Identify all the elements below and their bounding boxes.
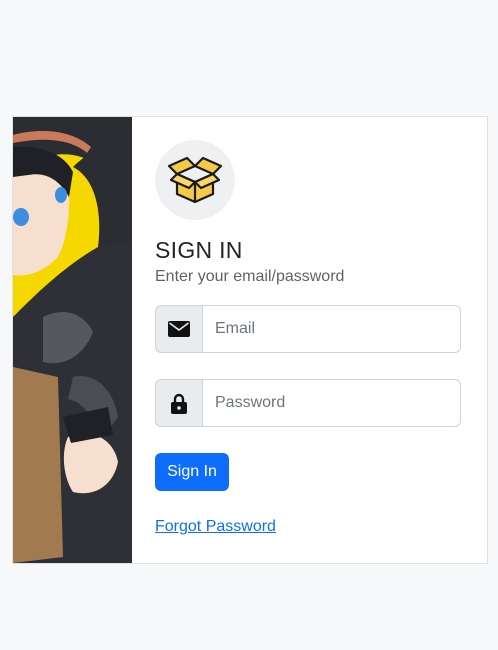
login-card: SIGN IN Enter your email/password Si	[12, 116, 488, 564]
forgot-password-link[interactable]: Forgot Password	[155, 518, 276, 536]
hero-illustration	[13, 117, 132, 563]
email-input-group	[155, 305, 461, 353]
envelope-icon	[155, 305, 203, 353]
email-field[interactable]	[203, 305, 461, 353]
lock-icon	[155, 379, 203, 427]
sign-in-button[interactable]: Sign In	[155, 453, 229, 491]
page-title: SIGN IN	[155, 237, 243, 263]
sign-in-form: SIGN IN Enter your email/password Si	[132, 117, 487, 563]
open-box-icon	[165, 152, 225, 209]
page-subtitle: Enter your email/password	[155, 268, 345, 285]
password-field[interactable]	[203, 379, 461, 427]
password-input-group	[155, 379, 461, 427]
logo	[155, 140, 235, 220]
